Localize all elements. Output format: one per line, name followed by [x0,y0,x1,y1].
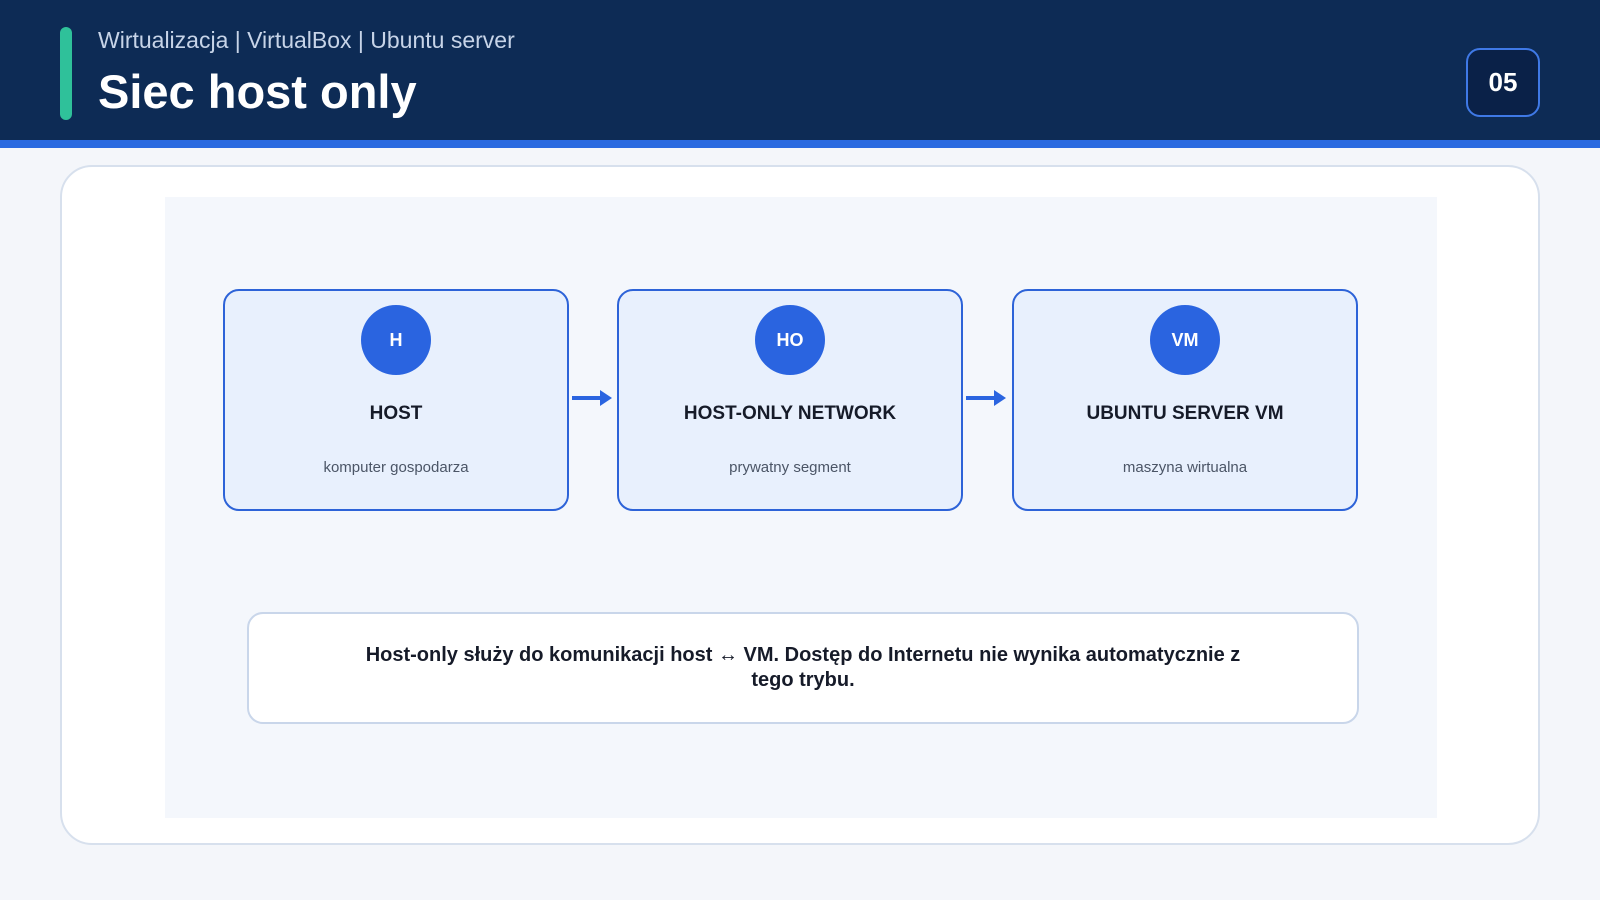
slide-subtitle: Wirtualizacja | VirtualBox | Ubuntu serv… [98,27,515,53]
arrow-right-icon [966,390,1006,406]
node-vm-description: maszyna wirtualna [1122,459,1248,476]
node-network-icon: HO [755,305,825,375]
node-host-description: komputer gospodarza [323,459,469,476]
node-network-title: HOST-ONLY NETWORK [683,403,897,424]
info-note-text: Host-only służy do komunikacji host ↔ VM… [365,644,1241,691]
node-ubuntu-vm: VM UBUNTU SERVER VM maszyna wirtualna [1012,289,1358,511]
content-card: H HOST komputer gospodarza HO HOST-ONLY … [60,165,1540,845]
node-vm-icon: VM [1150,305,1220,375]
node-vm-title: UBUNTU SERVER VM [1086,403,1284,424]
arrow-right-icon [572,390,612,406]
page-number-badge: 05 [1466,48,1540,117]
node-host-icon: H [361,305,431,375]
node-host: H HOST komputer gospodarza [223,289,569,511]
slide-header: Wirtualizacja | VirtualBox | Ubuntu serv… [0,0,1600,140]
header-accent-bar [60,27,72,120]
header-divider [0,140,1600,148]
node-host-only-network: HO HOST-ONLY NETWORK prywatny segment [617,289,963,511]
node-network-description: prywatny segment [729,459,851,476]
slide-title: Siec host only [98,65,417,118]
node-host-title: HOST [369,403,423,424]
diagram-canvas: H HOST komputer gospodarza HO HOST-ONLY … [165,197,1437,818]
info-note: Host-only służy do komunikacji host ↔ VM… [247,612,1359,724]
